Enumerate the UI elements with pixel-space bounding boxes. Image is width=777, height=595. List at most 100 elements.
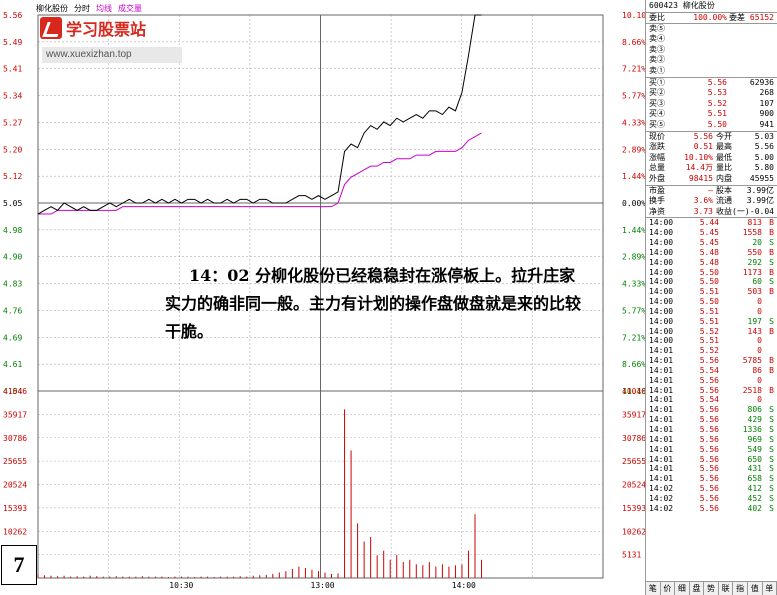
price-tick-label: 4.90: [3, 253, 22, 262]
mode-label[interactable]: 分时: [74, 3, 90, 14]
tick-volume: 806: [747, 405, 762, 415]
tick-list[interactable]: 14:00 5.44 813 B 14:00 5.45 1558 B 14:00 5.45 20 S 1…: [646, 217, 777, 513]
tick-price: 5.56: [699, 405, 719, 415]
tick-row: 14:00 5.45 1558 B: [646, 228, 777, 238]
panel-tab[interactable]: 盘: [689, 582, 705, 595]
buy-volume: 62936: [749, 77, 774, 87]
panel-tab[interactable]: 势: [704, 582, 719, 595]
panel-tab[interactable]: 联: [718, 582, 734, 595]
price-tick-label: 5.27: [3, 118, 22, 127]
volume-tick-label-right: 35917: [622, 410, 645, 419]
tick-row: 14:00 5.45 20 S: [646, 238, 777, 248]
tick-time: 14:01: [649, 375, 674, 385]
tick-volume: 292: [747, 257, 762, 267]
panel-tab[interactable]: 笔: [646, 582, 661, 595]
buy-volume: 941: [759, 119, 774, 129]
volume-tick-label: 41046: [3, 387, 27, 396]
tick-time: 14:00: [649, 316, 674, 326]
tick-time: 14:01: [649, 415, 674, 425]
tick-time: 14:00: [649, 267, 674, 277]
tick-side: S: [769, 464, 774, 474]
volume-tick-label: 15393: [3, 504, 27, 513]
tick-price: 5.56: [699, 375, 719, 385]
tick-price: 5.56: [699, 503, 719, 513]
stat-value-2: 3.99亿: [746, 185, 774, 195]
tick-price: 5.51: [699, 336, 719, 346]
buy-row: 买⑤ 5.50 941: [646, 120, 777, 131]
stat-label: 涨跌: [649, 142, 665, 152]
sell-level-label: 卖②: [649, 55, 665, 65]
buy-volume: 900: [759, 109, 774, 119]
buy-level-label: 买⑤: [649, 119, 665, 129]
volume-tick-label: 25655: [3, 457, 27, 466]
tick-price: 5.56: [699, 434, 719, 444]
panel-tab[interactable]: 细: [675, 582, 690, 595]
tick-side: [762, 336, 774, 346]
tick-time: 14:00: [649, 218, 674, 228]
tick-price: 5.56: [699, 425, 719, 434]
tick-row: 14:02 5.56 402 S: [646, 504, 777, 514]
tick-row: 14:01 5.56 2518 B: [646, 386, 777, 396]
tick-volume: 197: [747, 316, 762, 326]
stat-value: 0.51: [693, 142, 713, 152]
tick-volume: 1173: [742, 267, 762, 277]
quote-panel: 600423 柳化股份 委比 100.00% 委差 65152 卖⑤ 卖④ 卖③ 卖②…: [645, 0, 777, 595]
stat-row: 现价 5.56 今开 5.03: [646, 132, 777, 143]
tick-price: 5.52: [699, 346, 719, 356]
panel-tab[interactable]: 值: [747, 582, 763, 595]
diff-value: 65152: [749, 13, 774, 22]
tick-price: 5.51: [699, 316, 719, 326]
tick-time: 14:02: [649, 503, 674, 513]
tick-side: S: [769, 316, 774, 326]
panel-tab[interactable]: 价: [660, 582, 676, 595]
avg-price-line: [38, 132, 482, 215]
volume-tick-label: 20524: [3, 481, 27, 490]
tick-time: 14:01: [649, 365, 674, 375]
volume-label: 成交量: [118, 4, 142, 13]
sell-volume: [727, 34, 774, 45]
tick-price: 5.56: [699, 454, 719, 464]
pct-tick-label: 5.77%: [622, 306, 645, 315]
stat-value-2: 5.80: [754, 163, 774, 173]
stat-label-2: 量比: [716, 163, 732, 173]
volume-tick-label-right: 5131: [622, 551, 641, 560]
tick-price: 5.45: [699, 228, 719, 238]
tick-row: 14:00 5.51 0: [646, 307, 777, 317]
tick-side: S: [769, 425, 774, 434]
stat-row: 外盘 98415 内盘 45955: [646, 174, 777, 185]
panel-tab[interactable]: 单: [762, 582, 777, 595]
stat-value-2: 5.56: [754, 142, 774, 152]
tick-time: 14:00: [649, 228, 674, 238]
panel-tab[interactable]: 指: [733, 582, 748, 595]
tick-price: 5.51: [699, 287, 719, 297]
tick-side: S: [769, 237, 774, 247]
sell-price: [689, 55, 727, 66]
price-tick-label: 5.56: [3, 11, 22, 20]
tick-time: 14:00: [649, 326, 674, 336]
pct-tick-label: 1.44%: [622, 226, 645, 235]
sell-level-label: 卖⑤: [649, 23, 665, 33]
sell-price: [689, 45, 727, 56]
site-url: www.xuexizhan.top: [42, 47, 182, 63]
tick-row: 14:01 5.56 431 S: [646, 464, 777, 474]
tick-volume: 1336: [742, 425, 762, 434]
stat-label: 换手: [649, 196, 665, 206]
tick-row: 14:01 5.56 429 S: [646, 415, 777, 425]
tick-row: 14:00 5.44 813 B: [646, 218, 777, 228]
page-number-badge: 7: [1, 545, 37, 585]
tick-side: [762, 395, 774, 405]
sell-level-label: 卖①: [649, 65, 665, 75]
tick-price: 5.50: [699, 277, 719, 287]
volume-tick-label: 35917: [3, 410, 27, 419]
tick-time: 14:00: [649, 277, 674, 287]
tick-row: 14:01 5.56 806 S: [646, 405, 777, 415]
tick-side: B: [769, 326, 774, 336]
stat-label: 总量: [649, 163, 665, 173]
tick-row: 14:01 5.54 0: [646, 395, 777, 405]
pct-tick-label: 7.21%: [622, 65, 645, 74]
time-tick-label: 14:00: [452, 581, 476, 590]
stock-code-row: 600423 柳化股份: [646, 0, 777, 12]
tick-side: B: [769, 365, 774, 375]
tick-price: 5.48: [699, 247, 719, 257]
avg-line-label: 均线: [96, 4, 112, 13]
